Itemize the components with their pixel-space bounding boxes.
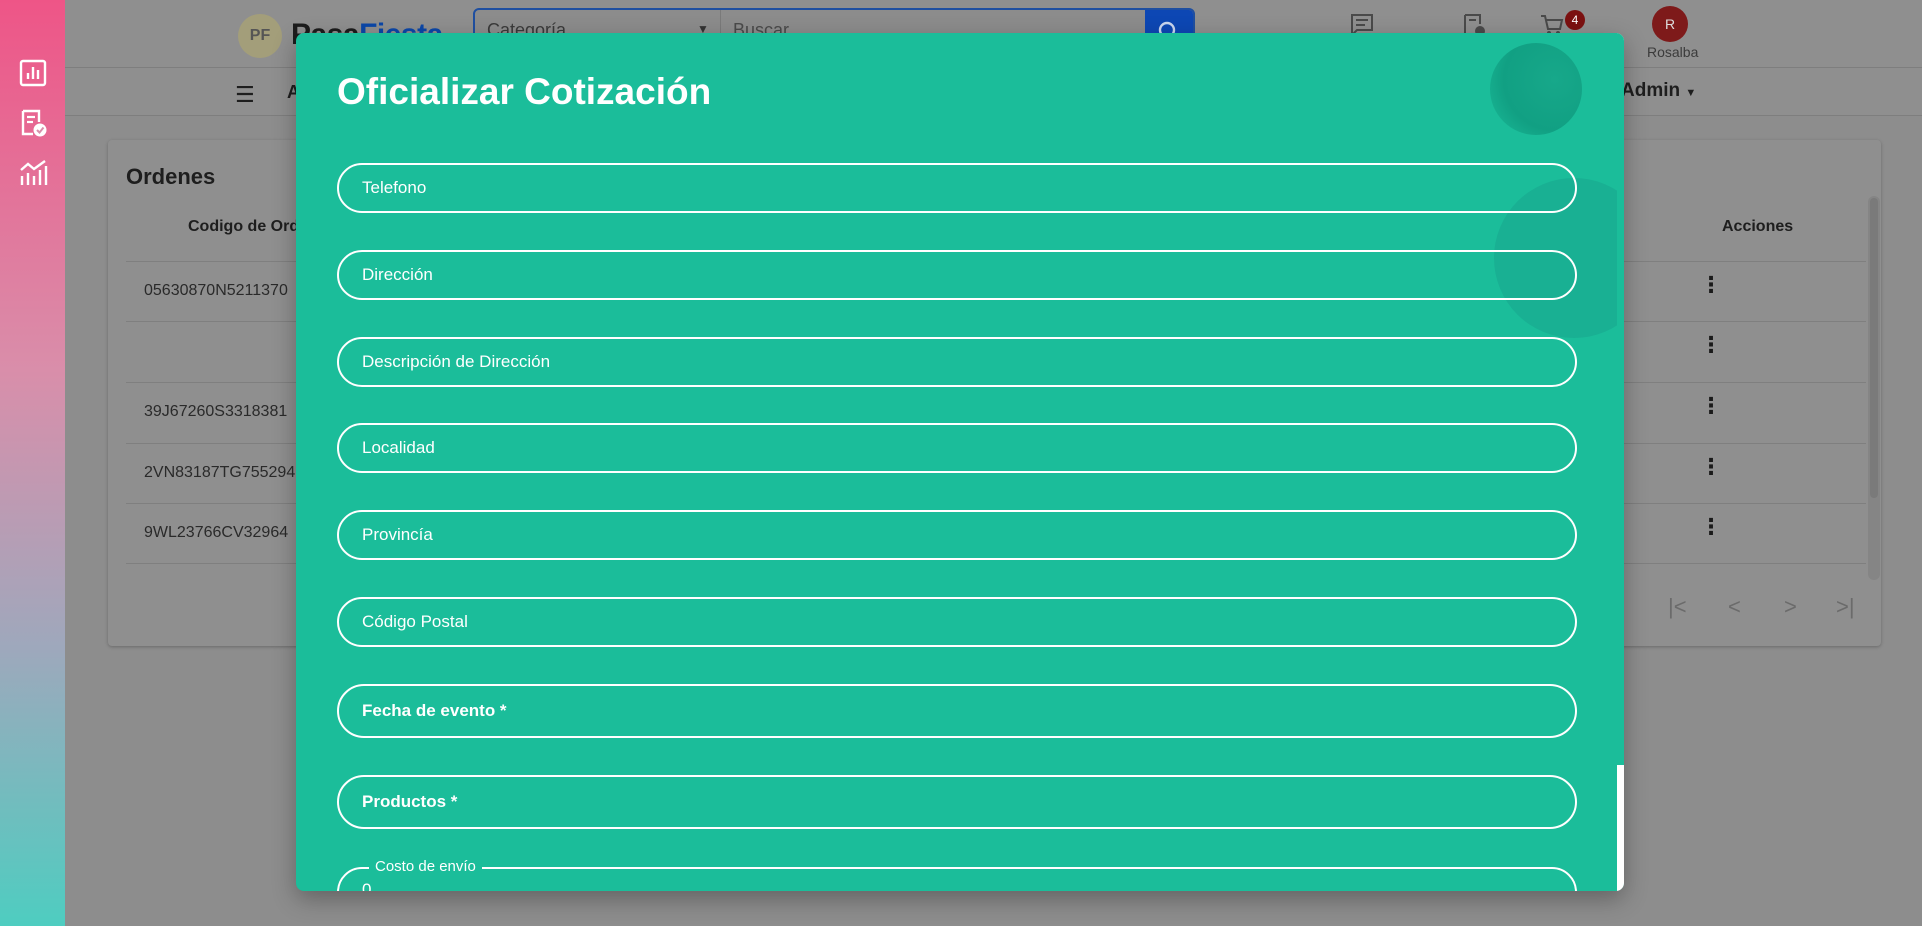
- telefono-placeholder: Telefono: [362, 178, 427, 197]
- provincia-placeholder: Provincía: [362, 525, 433, 544]
- telefono-field[interactable]: Telefono: [337, 163, 1577, 213]
- more-vert-icon[interactable]: ⋮: [1700, 273, 1722, 295]
- decorative-circle: [1490, 43, 1582, 135]
- codigo-postal-field[interactable]: Código Postal: [337, 597, 1577, 647]
- more-vert-icon[interactable]: ⋮: [1700, 455, 1722, 477]
- direccion-placeholder: Dirección: [362, 265, 433, 284]
- avatar[interactable]: R: [1652, 6, 1688, 42]
- next-page-icon[interactable]: >: [1784, 594, 1797, 620]
- first-page-icon[interactable]: |<: [1668, 594, 1687, 620]
- more-vert-icon[interactable]: ⋮: [1700, 394, 1722, 416]
- localidad-field[interactable]: Localidad: [337, 423, 1577, 473]
- column-header-actions: Acciones: [1722, 218, 1794, 235]
- productos-field[interactable]: Productos *: [337, 775, 1577, 829]
- descripcion-placeholder: Descripción de Dirección: [362, 352, 551, 371]
- caret-down-icon: ▼: [1685, 87, 1697, 99]
- more-vert-icon[interactable]: ⋮: [1700, 515, 1722, 537]
- dialog-title: Oficializar Cotización: [337, 71, 712, 112]
- brand-logo[interactable]: PF: [238, 14, 282, 58]
- oficializar-dialog: Oficializar Cotización Telefono Direcció…: [296, 33, 1624, 891]
- user-name[interactable]: Rosalba: [1647, 44, 1698, 60]
- fecha-evento-field[interactable]: Fecha de evento *: [337, 684, 1577, 738]
- descripcion-direccion-field[interactable]: Descripción de Dirección: [337, 337, 1577, 387]
- admin-menu[interactable]: Admin ▼: [1621, 80, 1696, 102]
- localidad-placeholder: Localidad: [362, 438, 435, 457]
- page-scrollbar-thumb[interactable]: [1870, 198, 1878, 498]
- fecha-evento-placeholder: Fecha de evento *: [362, 701, 507, 720]
- admin-menu-label: Admin: [1621, 80, 1681, 101]
- costo-envio-field[interactable]: Costo de envío 0: [337, 858, 1577, 891]
- card-title: Ordenes: [126, 164, 216, 189]
- order-code: 05630870N5211370: [144, 282, 288, 299]
- order-code: 39J67260S3318381: [144, 403, 288, 420]
- productos-placeholder: Productos *: [362, 792, 458, 811]
- cart-count-badge: 4: [1565, 10, 1585, 30]
- dialog-scrollbar-thumb[interactable]: [1617, 33, 1624, 765]
- order-code: 9WL23766CV32964: [144, 524, 289, 541]
- report-icon[interactable]: [18, 58, 48, 88]
- direccion-field[interactable]: Dirección: [337, 250, 1577, 300]
- last-page-icon[interactable]: >|: [1836, 594, 1855, 620]
- prev-page-icon[interactable]: <: [1728, 594, 1741, 620]
- costo-envio-label: Costo de envío: [369, 858, 482, 875]
- side-rail: [0, 0, 65, 926]
- more-vert-icon[interactable]: ⋮: [1700, 333, 1722, 355]
- receipt-check-icon[interactable]: [18, 108, 48, 138]
- analytics-icon[interactable]: [18, 158, 48, 188]
- order-code: 2VN83187TG755294: [144, 464, 296, 481]
- menu-icon[interactable]: ☰: [235, 82, 255, 108]
- costo-envio-value: 0: [362, 880, 372, 891]
- provincia-field[interactable]: Provincía: [337, 510, 1577, 560]
- codigo-postal-placeholder: Código Postal: [362, 612, 468, 631]
